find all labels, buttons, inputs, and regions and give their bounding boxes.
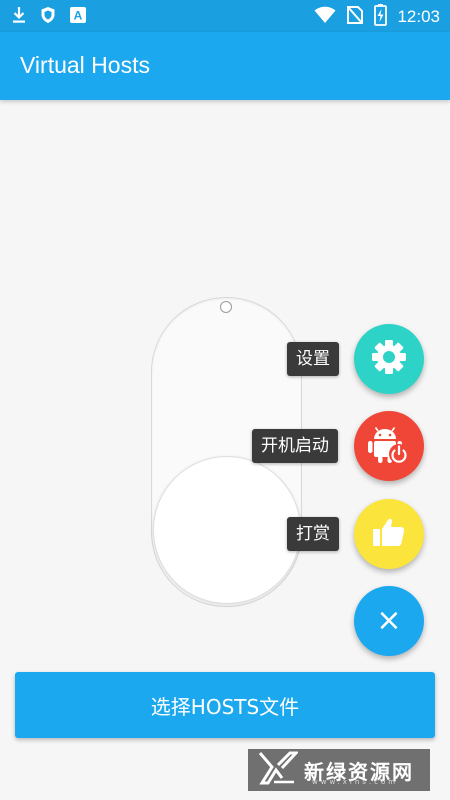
toggle-switch-knob[interactable] xyxy=(153,456,301,604)
svg-text:A: A xyxy=(74,9,83,23)
boot-start-fab[interactable] xyxy=(354,411,424,481)
fab-menu-close-button[interactable]: × xyxy=(354,586,424,656)
watermark-mark-icon xyxy=(258,751,300,789)
signal-no-sim-icon xyxy=(346,5,364,29)
settings-fab[interactable] xyxy=(354,324,424,394)
app-bar: Virtual Hosts xyxy=(0,32,450,100)
download-icon xyxy=(12,6,26,28)
status-bar: A 12:03 xyxy=(0,0,450,32)
donate-fab[interactable] xyxy=(354,499,424,569)
status-bar-notifications: A xyxy=(12,6,86,28)
status-time: 12:03 xyxy=(397,7,440,26)
watermark-logo: 新绿资源网 www.xlhs.com xyxy=(248,749,430,791)
fab-label-donate[interactable]: 打赏 xyxy=(287,517,339,551)
app-a-icon: A xyxy=(70,7,86,27)
watermark-subtext: www.xlhs.com xyxy=(312,778,399,786)
toggle-indicator-dot xyxy=(220,301,232,313)
fab-label-boot-start[interactable]: 开机启动 xyxy=(252,429,338,463)
android-power-icon xyxy=(367,422,411,470)
gear-icon xyxy=(370,338,408,380)
fab-label-settings[interactable]: 设置 xyxy=(287,342,339,376)
thumbs-up-icon xyxy=(371,514,407,554)
shield-icon xyxy=(40,6,56,28)
close-icon: × xyxy=(376,603,402,638)
battery-charging-icon xyxy=(374,4,388,30)
select-hosts-file-button[interactable]: 选择HOSTS文件 xyxy=(15,672,435,738)
status-bar-system: 12:03 xyxy=(314,4,440,30)
wifi-icon xyxy=(314,6,336,28)
app-title: Virtual Hosts xyxy=(20,52,150,78)
